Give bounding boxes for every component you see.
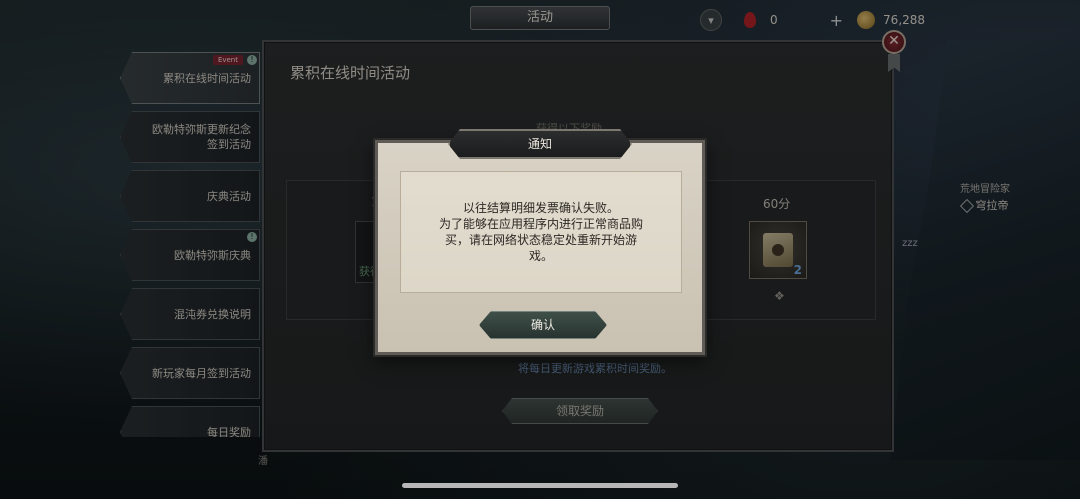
dialog-body: 以往结算明细发票确认失败。 为了能够在应用程序内进行正常商品购 买，请在网络状态… [400, 171, 682, 293]
confirm-button[interactable]: 确认 [479, 311, 607, 339]
dialog-title: 通知 [448, 129, 632, 159]
notice-dialog: 通知 以往结算明细发票确认失败。 为了能够在应用程序内进行正常商品购 买，请在网… [375, 140, 705, 355]
dialog-message: 以往结算明细发票确认失败。 为了能够在应用程序内进行正常商品购 买，请在网络状态… [438, 201, 643, 263]
home-indicator[interactable] [402, 483, 678, 488]
